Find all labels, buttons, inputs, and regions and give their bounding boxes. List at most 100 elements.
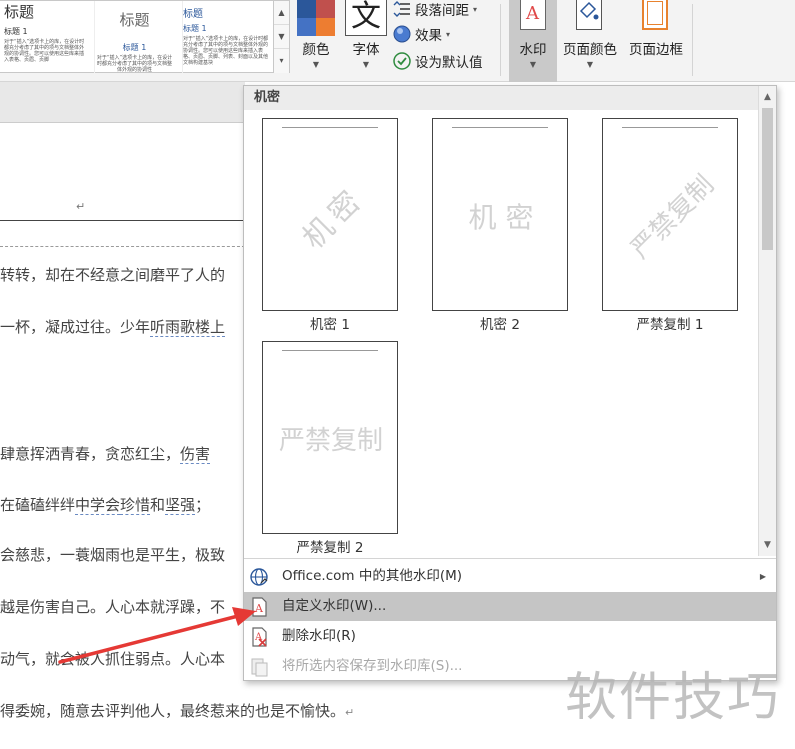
menu-item-label: 删除水印(R) xyxy=(282,628,356,644)
document-line[interactable]: 得委婉，随意去评判他人，最终惹来的也是不愉快。↵ xyxy=(0,700,354,721)
page-border-icon[interactable] xyxy=(642,0,668,30)
watermark-option-do-not-copy-2[interactable]: 严禁复制 xyxy=(262,341,398,534)
menu-separator xyxy=(244,558,776,559)
gallery-down-icon[interactable]: ▼ xyxy=(274,25,289,49)
chevron-down-icon: ▾ xyxy=(473,4,478,14)
set-default-label: 设为默认值 xyxy=(415,55,483,71)
paragraph-spacing-label: 段落间距 xyxy=(415,3,469,19)
checkmark-icon xyxy=(393,52,411,70)
text-run: 转转，却在不经意之间磨平了人的 xyxy=(0,266,226,284)
watermark-option-confidential-1[interactable]: 机密 xyxy=(262,118,398,311)
watermark-option-confidential-2[interactable]: 机 密 xyxy=(432,118,568,311)
menu-item-label: Office.com 中的其他水印(M) xyxy=(282,568,463,584)
more-watermarks-menu-item[interactable]: Office.com 中的其他水印(M) ▶ xyxy=(244,562,776,591)
colors-icon[interactable] xyxy=(297,0,335,36)
watermark-icon: A xyxy=(520,0,546,30)
document-line[interactable]: 转转，却在不经意之间磨平了人的 xyxy=(0,264,225,285)
text-run: 越是伤害自己。人心本就浮躁，不 xyxy=(0,598,226,616)
text-run: 一杯，凝成过往。少年 xyxy=(0,318,151,336)
style-snippet: 对于“插入”选项卡上的库，在设计时都充分考虑了其中的项与文档整体外观的协调性 xyxy=(96,55,173,73)
style-item[interactable]: 标题 标题 1 对于“插入”选项卡上的库，在设计时都充分考虑了其中的项与文档整体… xyxy=(94,1,174,73)
document-line[interactable]: 会慈悲，一蓑烟雨也是平生，极致 xyxy=(0,544,225,565)
style-heading: 标题 xyxy=(183,9,203,20)
document-line[interactable]: 肆意挥洒青春，贪恋红尘，伤害 xyxy=(0,443,211,464)
gallery-up-icon[interactable]: ▲ xyxy=(274,1,289,25)
watermark-label: 严禁复制 1 xyxy=(636,317,704,333)
document-line[interactable]: 一杯，凝成过往。少年听雨歌楼上 xyxy=(0,316,226,337)
style-subheading: 标题 1 xyxy=(183,24,207,33)
set-default-button[interactable]: 设为默认值 xyxy=(393,50,483,72)
delete-watermark-icon: A xyxy=(252,627,267,647)
header-boundary xyxy=(0,246,245,247)
submenu-arrow-icon: ▶ xyxy=(759,572,766,581)
header-rule xyxy=(0,220,245,221)
paragraph-spacing-button[interactable]: 段落间距 ▾ xyxy=(393,0,477,20)
colors-label: 颜色 xyxy=(302,42,330,58)
header-cursor-mark: ↵ xyxy=(76,200,86,213)
gallery-more-icon[interactable]: ▾ xyxy=(274,49,289,73)
chevron-down-icon: ▼ xyxy=(362,60,370,69)
menu-item-label: 将所选内容保存到水印库(S)... xyxy=(282,658,463,674)
watermark-label: 严禁复制 2 xyxy=(296,540,364,556)
panel-scrollbar[interactable]: ▲ ▼ xyxy=(758,86,776,556)
underlined-word: 中学会 xyxy=(75,496,121,515)
style-item[interactable]: 标题 标题 1 对于“插入”选项卡上的库，在设计时都充分考虑了其中的项与文档整体… xyxy=(182,1,272,73)
text-run: 和 xyxy=(150,496,166,514)
category-header: 机密 xyxy=(244,86,759,110)
scroll-up-icon[interactable]: ▲ xyxy=(759,88,776,106)
watermark-preview-text: 机 密 xyxy=(468,200,534,234)
colors-button[interactable]: 颜色 ▼ xyxy=(297,38,335,69)
watermark-preview-text: 严禁复制 xyxy=(625,169,721,265)
style-heading: 标题 xyxy=(119,11,150,29)
watermark-label: 水印 xyxy=(519,42,547,58)
watermark-option-do-not-copy-1[interactable]: 严禁复制 xyxy=(602,118,738,311)
document-line[interactable]: 在磕磕绊绊中学会珍惜和坚强； xyxy=(0,494,210,515)
style-heading: 标题 xyxy=(4,3,35,21)
chevron-down-icon: ▼ xyxy=(312,60,320,69)
font-button[interactable]: 字体 ▼ xyxy=(345,38,387,69)
ribbon-separator xyxy=(692,4,693,76)
page-color-label: 页面颜色 xyxy=(563,42,617,58)
text-run: ； xyxy=(195,496,211,514)
style-snippet: 对于“插入”选项卡上的库，在设计时都充分考虑了其中的项与文档整体外观的协调性。您… xyxy=(183,36,269,66)
watermark-label-wrap[interactable]: 水印 ▼ xyxy=(509,38,557,69)
font-icon[interactable]: 文 xyxy=(345,0,387,36)
style-snippet: 对于“插入”选项卡上的库，在设计时都充分考虑了其中的项与文档整体外观的协调性。您… xyxy=(4,39,85,63)
chevron-down-icon: ▼ xyxy=(586,60,594,69)
font-label: 字体 xyxy=(352,42,380,58)
underlined-word: 听雨歌楼上 xyxy=(150,318,226,337)
custom-watermark-menu-item[interactable]: A 自定义水印(W)... xyxy=(244,592,776,621)
page-color-icon[interactable] xyxy=(576,0,602,30)
style-item[interactable]: 标题 标题 1 对于“插入”选项卡上的库，在设计时都充分考虑了其中的项与文档整体… xyxy=(4,1,86,73)
watermark-label: 机密 1 xyxy=(310,317,350,333)
text-run: 会慈悲，一蓑烟雨也是平生，极致 xyxy=(0,546,226,564)
styles-gallery[interactable]: 标题 标题 1 对于“插入”选项卡上的库，在设计时都充分考虑了其中的项与文档整体… xyxy=(0,0,290,73)
effects-button[interactable]: 效果 ▾ xyxy=(393,23,450,45)
save-to-gallery-icon xyxy=(251,658,268,677)
scroll-down-icon[interactable]: ▼ xyxy=(759,536,776,554)
document-line[interactable]: 动气，就会被人抓住弱点。人心本 xyxy=(0,648,225,669)
custom-watermark-icon: A xyxy=(252,597,267,617)
ribbon: 标题 标题 1 对于“插入”选项卡上的库，在设计时都充分考虑了其中的项与文档整体… xyxy=(0,0,795,82)
watermark-preview-text: 机密 xyxy=(295,180,372,256)
gallery-scrollbar[interactable]: ▲ ▼ ▾ xyxy=(273,1,289,73)
ribbon-separator xyxy=(500,4,501,76)
page-border-button[interactable]: 页面边框 xyxy=(624,38,688,58)
globe-icon xyxy=(250,568,268,586)
text-run: 在磕磕绊绊 xyxy=(0,496,76,514)
watermark-dropdown: 机密 ▲ ▼ 机密 机密 1 机 密 机密 2 严禁复制 严禁复制 1 严禁复制… xyxy=(243,85,777,681)
style-subheading: 标题 1 xyxy=(4,27,28,36)
effects-label: 效果 xyxy=(415,28,442,44)
chevron-down-icon: ▼ xyxy=(529,60,537,69)
text-run: 肆意挥洒青春，贪恋红尘， xyxy=(0,445,181,463)
text-run: 动气，就会被人抓住弱点。人心本 xyxy=(0,650,226,668)
chevron-down-icon: ▾ xyxy=(446,29,451,39)
remove-watermark-menu-item[interactable]: A 删除水印(R) xyxy=(244,622,776,651)
text-run: 得委婉，随意去评判他人，最终惹来的也是不愉快。 xyxy=(0,702,346,720)
page-color-button[interactable]: 页面颜色 ▼ xyxy=(559,38,621,69)
site-watermark-text: 软件技巧 xyxy=(565,668,782,728)
ruler-band xyxy=(0,82,245,122)
scroll-thumb[interactable] xyxy=(762,108,773,250)
document-line[interactable]: 越是伤害自己。人心本就浮躁，不 xyxy=(0,596,225,617)
page-border-label: 页面边框 xyxy=(629,42,683,58)
